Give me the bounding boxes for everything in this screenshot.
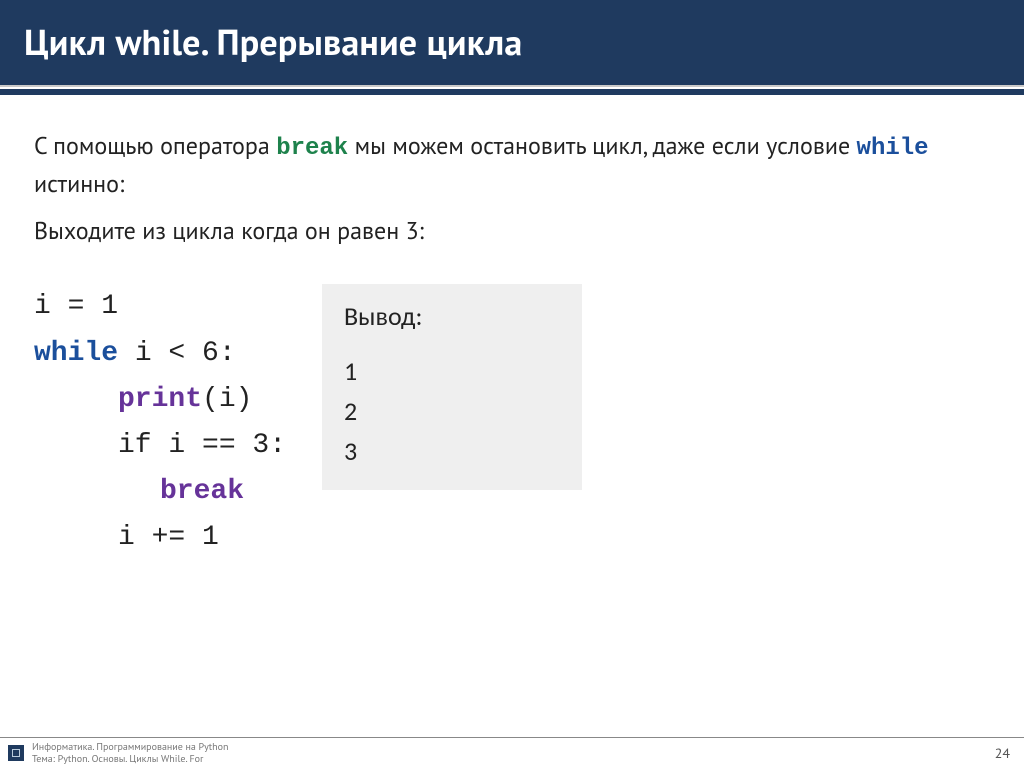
footer-line-1: Информатика. Программирование на Python — [32, 741, 228, 753]
output-box: Вывод: 1 2 3 — [322, 284, 582, 489]
slide-title: Цикл while. Прерывание цикла — [24, 18, 1000, 65]
code-keyword-while: while — [34, 338, 118, 369]
code-line: print(i) — [34, 377, 286, 423]
code-text: (i) — [202, 384, 252, 415]
page-number: 24 — [995, 744, 1016, 762]
divider-thin — [0, 85, 1024, 87]
output-line: 3 — [344, 431, 560, 471]
output-line: 1 — [344, 351, 560, 391]
footer-logo-icon — [8, 745, 24, 761]
output-title: Вывод: — [344, 296, 560, 336]
slide-header: Цикл while. Прерывание цикла — [0, 0, 1024, 85]
code-text: i < 6: — [118, 338, 236, 369]
code-line: if i == 3: — [34, 423, 286, 469]
intro-paragraph-1: С помощью оператора break мы можем остан… — [34, 129, 954, 202]
code-line: i = 1 — [34, 284, 286, 330]
output-line: 2 — [344, 391, 560, 431]
code-line: while i < 6: — [34, 331, 286, 377]
footer-line-2: Тема: Python. Основы. Циклы While. For — [32, 753, 228, 765]
intro-text: С помощью оператора — [34, 130, 276, 161]
keyword-break: break — [276, 135, 348, 162]
code-line: i += 1 — [34, 515, 286, 561]
code-block: i = 1 while i < 6: print(i) if i == 3: b… — [34, 284, 286, 561]
code-text: i = 1 — [34, 291, 118, 322]
content-columns: i = 1 while i < 6: print(i) if i == 3: b… — [34, 284, 990, 561]
code-function-print: print — [118, 384, 202, 415]
code-keyword-break: break — [160, 476, 244, 507]
footer-text: Информатика. Программирование на Python … — [32, 741, 228, 764]
intro-paragraph-2: Выходите из цикла когда он равен 3: — [34, 214, 954, 249]
slide-footer: Информатика. Программирование на Python … — [0, 737, 1024, 767]
slide-body: С помощью оператора break мы можем остан… — [0, 95, 1024, 767]
code-line: break — [34, 469, 286, 515]
intro-text: истинно: — [34, 168, 124, 199]
keyword-while: while — [857, 135, 929, 162]
intro-text: мы можем остановить цикл, даже если усло… — [348, 130, 856, 161]
slide: Цикл while. Прерывание цикла С помощью о… — [0, 0, 1024, 767]
